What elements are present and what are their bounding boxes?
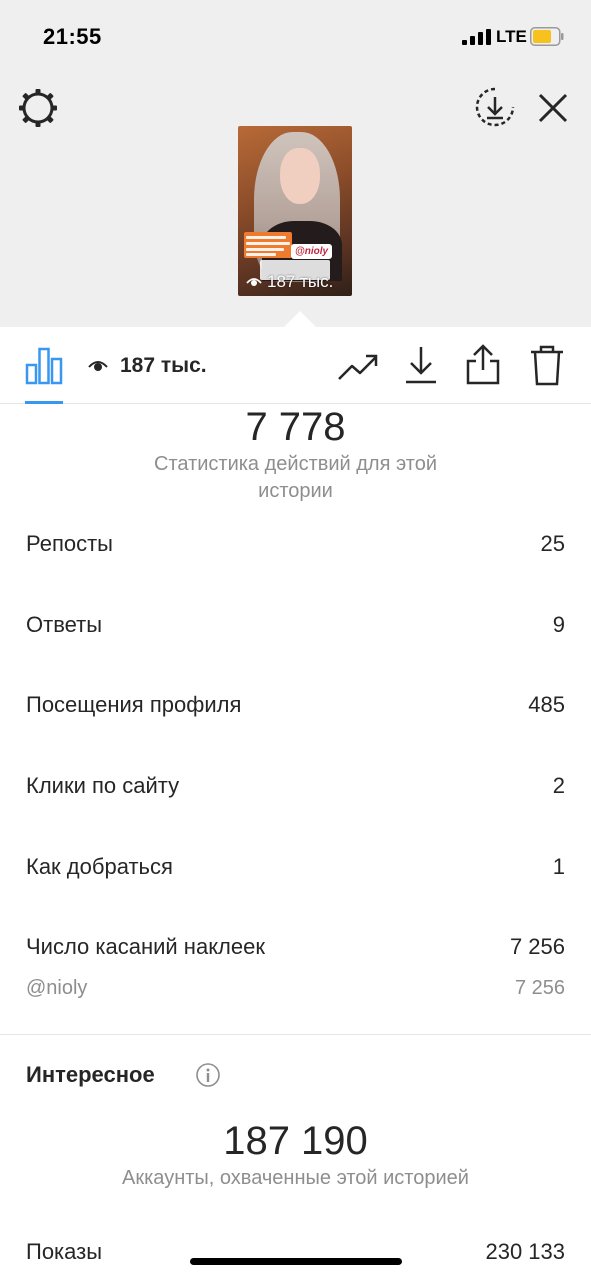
stat-label: Посещения профиля [26, 692, 242, 717]
stat-value: 9 [552, 612, 565, 637]
info-icon[interactable] [195, 1062, 221, 1088]
bar-chart-icon[interactable] [25, 347, 63, 385]
eye-icon [88, 361, 108, 371]
status-bar: 21:55 LTE [0, 0, 591, 74]
stat-label: Как добраться [26, 854, 173, 879]
battery-icon [530, 27, 564, 46]
trash-icon[interactable] [528, 344, 566, 386]
reach-caption: Аккаунты, охваченные этой историей [122, 1167, 469, 1189]
close-icon[interactable] [534, 89, 572, 127]
section-divider [0, 1034, 591, 1035]
story-views-count: 187 тыс. [267, 272, 334, 291]
stat-row-shares: Репосты 25 [26, 531, 565, 561]
story-toolbar: 187 тыс. [0, 327, 591, 404]
network-label: LTE [496, 27, 527, 46]
story-text-sticker [244, 232, 292, 258]
interactions-caption: Статистика действий для этой истории [154, 453, 437, 502]
home-indicator[interactable] [190, 1258, 402, 1265]
story-photo-face [280, 148, 320, 204]
stat-label: Репосты [26, 531, 113, 556]
stat-value: 1 [552, 854, 565, 879]
gear-icon[interactable] [16, 86, 60, 130]
interactions-total: 7 778 [245, 405, 346, 449]
stat-label: Число касаний наклеек [26, 934, 265, 959]
discovery-title: Интересное [26, 1062, 155, 1087]
stat-label: Показы [26, 1239, 103, 1264]
trend-icon[interactable] [337, 349, 379, 383]
stat-row-sticker-taps: Число касаний наклеек 7 256 [26, 934, 565, 964]
eye-icon [246, 278, 262, 286]
stat-value: 25 [540, 531, 565, 556]
story-views-overlay: 187 тыс. [246, 272, 333, 292]
share-icon[interactable] [464, 343, 502, 385]
download-circle-icon[interactable] [474, 86, 516, 128]
stat-value: 2 [552, 773, 565, 798]
views-count: 187 тыс. [120, 354, 207, 377]
stat-sublabel: @nioly [26, 977, 88, 999]
stat-row-directions: Как добраться 1 [26, 854, 565, 884]
stat-label: Ответы [26, 612, 103, 637]
stat-subrow-mention: @nioly 7 256 [26, 977, 565, 1007]
reach-total: 187 190 [223, 1119, 368, 1163]
stat-row-profile-visits: Посещения профиля 485 [26, 692, 565, 722]
stat-value: 7 256 [509, 934, 565, 959]
story-header-area: 21:55 LTE @nioly 187 тыс. [0, 0, 591, 327]
stat-subvalue: 7 256 [514, 977, 565, 999]
stat-row-website-clicks: Клики по сайту 2 [26, 773, 565, 803]
active-tab-indicator [25, 401, 63, 404]
signal-icon [462, 29, 491, 45]
stat-value: 230 133 [485, 1239, 565, 1264]
story-mention-sticker: @nioly [291, 244, 333, 259]
thumbnail-pointer [284, 311, 316, 327]
stat-label: Клики по сайту [26, 773, 180, 798]
stat-row-replies: Ответы 9 [26, 612, 565, 642]
status-time: 21:55 [43, 24, 102, 49]
stat-value: 485 [528, 692, 565, 717]
story-thumbnail[interactable]: @nioly 187 тыс. [238, 126, 352, 296]
download-icon[interactable] [402, 345, 440, 385]
